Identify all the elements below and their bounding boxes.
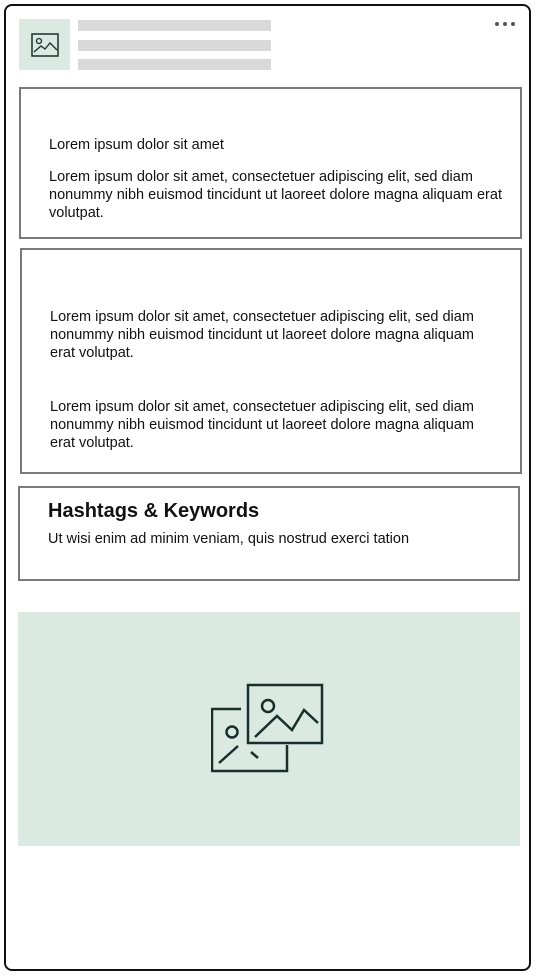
more-options-button[interactable]: [490, 14, 520, 34]
gallery-icon: [211, 683, 324, 773]
post-description-card: Lorem ipsum dolor sit amet, consectetuer…: [20, 248, 522, 474]
description-paragraph-2: Lorem ipsum dolor sit amet, consectetuer…: [50, 399, 474, 451]
image-icon: [30, 32, 59, 57]
hashtags-heading: Hashtags & Keywords: [48, 500, 260, 522]
media-placeholder[interactable]: [18, 612, 520, 846]
avatar[interactable]: [19, 19, 70, 70]
skeleton-line-name: [78, 20, 271, 31]
hashtags-card: Hashtags & Keywords Ut wisi enim ad mini…: [18, 486, 520, 581]
description-paragraph-1: Lorem ipsum dolor sit amet, consectetuer…: [50, 309, 474, 361]
more-horizontal-icon: [495, 22, 499, 26]
post-title: Lorem ipsum dolor sit amet: [49, 137, 224, 153]
skeleton-line-meta: [78, 59, 271, 70]
skeleton-line-handle: [78, 40, 271, 51]
more-dot: [503, 22, 507, 26]
more-dot: [511, 22, 515, 26]
post-text-card: Lorem ipsum dolor sit amet Lorem ipsum d…: [19, 87, 522, 239]
post-body: Lorem ipsum dolor sit amet, consectetuer…: [49, 169, 502, 221]
hashtags-text: Ut wisi enim ad minim veniam, quis nostr…: [48, 531, 410, 547]
